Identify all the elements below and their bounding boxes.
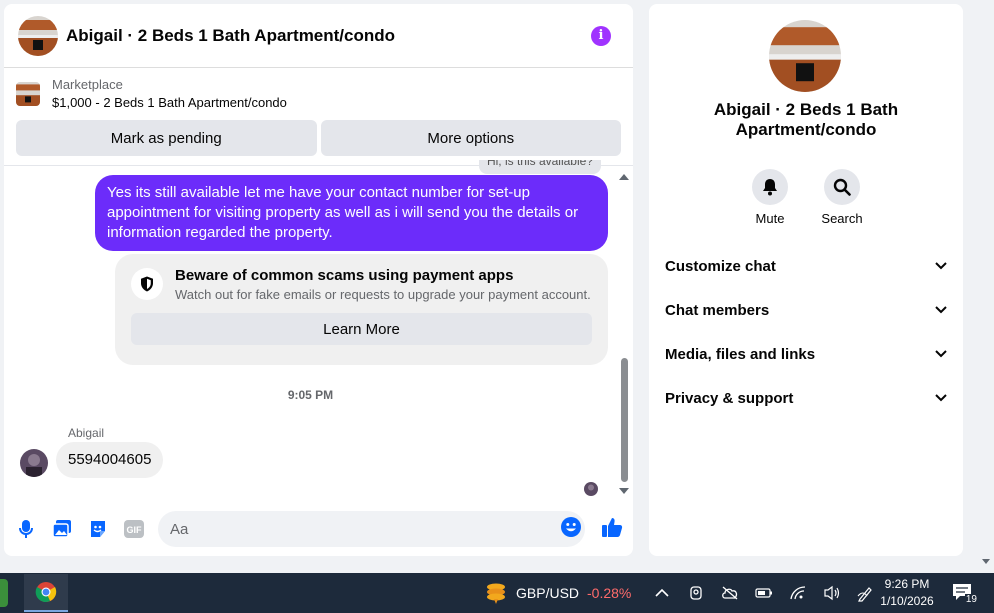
message-thread: Hi, is this available? Yes its still ava…: [4, 160, 633, 496]
sticker-icon[interactable]: [86, 517, 110, 541]
listing-title[interactable]: $1,000 - 2 Beds 1 Bath Apartment/condo: [52, 94, 287, 112]
menu-item-label: Media, files and links: [665, 345, 816, 363]
listing-profile-picture[interactable]: [769, 20, 841, 92]
incoming-message[interactable]: 5594004605: [56, 442, 164, 478]
thread-scrollbar[interactable]: [618, 168, 632, 498]
notification-icon[interactable]: 19: [952, 583, 978, 605]
svg-text:GIF: GIF: [127, 525, 143, 535]
system-clock[interactable]: 9:26 PM 1/10/2026: [874, 576, 940, 610]
mute-button[interactable]: Mute: [752, 169, 788, 226]
gif-icon[interactable]: GIF: [122, 517, 146, 541]
microphone-icon[interactable]: [14, 517, 38, 541]
thumbs-up-icon[interactable]: [601, 516, 623, 543]
chevron-down-icon: [935, 350, 947, 358]
wifi-icon[interactable]: [788, 583, 808, 603]
chat-header: Abigail · 2 Beds 1 Bath Apartment/condo …: [4, 4, 633, 68]
camera-icon[interactable]: [686, 583, 706, 603]
chevron-down-icon: [935, 262, 947, 270]
search-icon[interactable]: [824, 169, 860, 205]
more-options-button[interactable]: More options: [320, 120, 621, 156]
chat-panel: Abigail · 2 Beds 1 Bath Apartment/condo …: [4, 4, 633, 556]
warning-subtitle: Watch out for fake emails or requests to…: [175, 287, 591, 302]
menu-item-label: Chat members: [665, 301, 770, 319]
conversation-title: Abigail · 2 Beds 1 Bath Apartment/condo: [713, 100, 899, 139]
message-composer: GIF: [4, 507, 633, 551]
chat-members-item[interactable]: Chat members: [649, 288, 963, 332]
bell-icon[interactable]: [752, 169, 788, 205]
previous-message: Hi, is this available?: [478, 160, 601, 174]
outgoing-message[interactable]: Yes its still available let me have your…: [95, 175, 608, 251]
message-timestamp: 9:05 PM: [287, 388, 334, 402]
clock-date: 1/10/2026: [880, 594, 934, 608]
sender-avatar[interactable]: [20, 449, 48, 477]
taskbar: GBP/USD -0.28% 9:26 PM 1/10/2026 19: [0, 573, 994, 613]
search-label: Search: [821, 211, 863, 226]
system-tray: [652, 583, 876, 603]
scrollbar-thumb[interactable]: [621, 358, 628, 482]
mark-as-pending-button[interactable]: Mark as pending: [16, 120, 317, 156]
battery-icon[interactable]: [754, 583, 774, 603]
details-menu: Customize chat Chat members Media, files…: [649, 244, 963, 420]
shield-icon: [131, 268, 163, 300]
ticker-pair: GBP/USD: [516, 585, 580, 601]
taskbar-app-icon[interactable]: [0, 579, 8, 607]
menu-item-label: Privacy & support: [665, 389, 794, 407]
search-button[interactable]: Search: [821, 169, 863, 226]
customize-chat-item[interactable]: Customize chat: [649, 244, 963, 288]
scam-warning-card: Beware of common scams using payment app…: [115, 254, 608, 365]
scroll-up-arrow-icon[interactable]: [619, 174, 629, 180]
learn-more-button[interactable]: Learn More: [131, 313, 592, 345]
mute-label: Mute: [755, 211, 785, 226]
currency-ticker-widget[interactable]: GBP/USD -0.28%: [484, 581, 631, 605]
read-receipt-avatar: [584, 482, 598, 496]
chat-title[interactable]: Abigail · 2 Beds 1 Bath Apartment/condo: [66, 26, 591, 46]
photo-icon[interactable]: [50, 517, 74, 541]
sender-name: Abigail: [68, 426, 105, 440]
privacy-support-item[interactable]: Privacy & support: [649, 376, 963, 420]
marketplace-label: Marketplace: [52, 77, 123, 92]
page-scroll-down-arrow-icon[interactable]: [982, 559, 990, 564]
scroll-down-arrow-icon[interactable]: [619, 488, 629, 494]
emoji-icon[interactable]: [561, 517, 581, 542]
chrome-icon[interactable]: [24, 574, 68, 612]
chevron-down-icon: [935, 394, 947, 402]
volume-icon[interactable]: [822, 583, 842, 603]
ticker-change: -0.28%: [587, 585, 632, 601]
chevron-up-icon[interactable]: [652, 583, 672, 603]
coins-icon: [487, 583, 505, 604]
pen-icon[interactable]: [856, 583, 876, 603]
clock-time: 9:26 PM: [884, 577, 930, 591]
notification-count: 19: [964, 594, 978, 605]
listing-thumbnail[interactable]: [16, 82, 40, 106]
listing-avatar[interactable]: [18, 15, 58, 56]
chevron-down-icon: [935, 306, 947, 314]
warning-title: Beware of common scams using payment app…: [175, 267, 514, 284]
menu-item-label: Customize chat: [665, 257, 776, 275]
media-files-links-item[interactable]: Media, files and links: [649, 332, 963, 376]
marketplace-banner: Marketplace $1,000 - 2 Beds 1 Bath Apart…: [4, 68, 633, 166]
message-input[interactable]: [158, 511, 585, 547]
info-icon[interactable]: i: [591, 25, 611, 46]
conversation-details-panel: Abigail · 2 Beds 1 Bath Apartment/condo …: [649, 4, 963, 556]
cloud-off-icon[interactable]: [720, 583, 740, 603]
